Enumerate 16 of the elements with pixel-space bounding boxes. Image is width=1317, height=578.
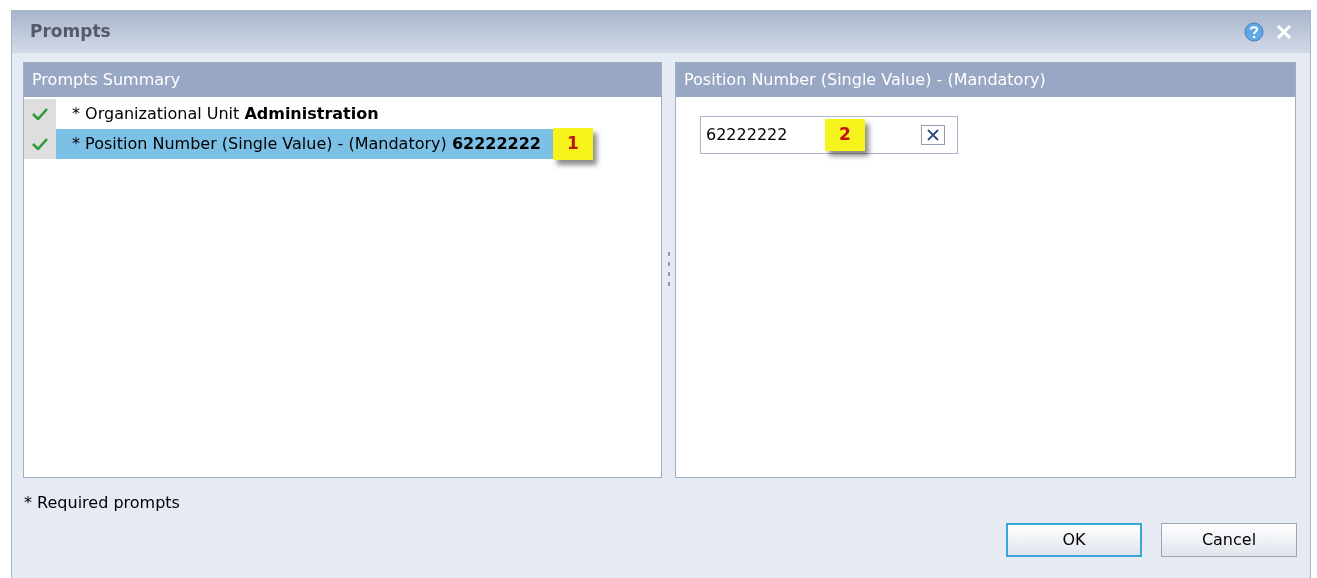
check-icon [32,138,48,150]
value-field[interactable]: 62222222 2 [700,116,958,154]
clear-button[interactable] [921,125,945,145]
callout-marker: 1 [552,128,593,160]
panel-title: Prompts Summary [32,69,181,91]
help-icon[interactable] [1244,22,1264,42]
panel-title: Position Number (Single Value) - (Mandatory) [684,69,1046,91]
dialog-button[interactable]: Cancel [1161,523,1297,557]
required-footnote: * Required prompts [24,493,180,512]
callout-marker: 2 [825,119,865,151]
prompt-item[interactable]: * Position Number (Single Value) - (Mandatory) 62222222 [56,129,553,159]
dialog-button[interactable]: OK [1006,523,1142,557]
check-icon [32,108,48,120]
window-title: Prompts [30,20,111,44]
field-value: 62222222 [706,124,788,146]
clear-icon [927,129,939,141]
